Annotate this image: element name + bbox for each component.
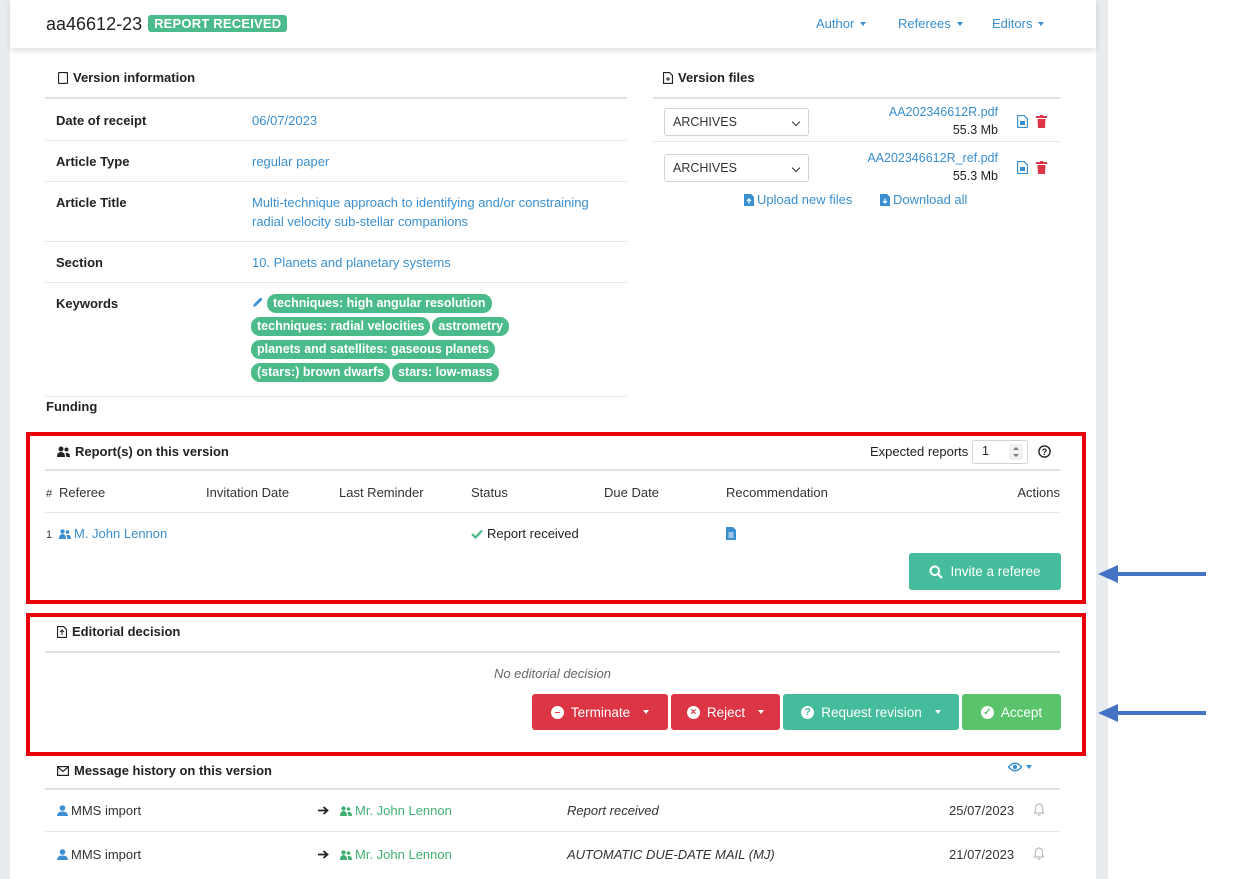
file-size: 55.3 Mb	[952, 169, 998, 183]
caret-down-icon	[1026, 765, 1032, 769]
trash-icon[interactable]	[1036, 161, 1047, 174]
file-download-icon	[880, 193, 890, 206]
keyword-tag[interactable]: (stars:) brown dwarfs	[251, 363, 391, 382]
messages-title-text: Message history on this version	[74, 763, 272, 778]
title-value-line1: Multi-technique approach to identifying …	[252, 195, 589, 210]
divider	[45, 282, 627, 283]
version-info-title: Version information	[58, 70, 195, 85]
keyword-tag[interactable]: techniques: high angular resolution	[267, 294, 492, 313]
version-files-title: Version files	[663, 70, 755, 85]
user-icon	[57, 849, 68, 860]
message-from: MMS import	[57, 847, 141, 862]
file-size: 55.3 Mb	[952, 123, 998, 137]
section-label: Section	[56, 255, 103, 270]
file-category-value: ARCHIVES	[673, 115, 737, 129]
version-files-title-text: Version files	[678, 70, 755, 85]
messages-title: Message history on this version	[57, 763, 272, 778]
annotation-arrow-icon	[1098, 704, 1206, 722]
keyword-tag[interactable]: planets and satellites: gaseous planets	[251, 340, 496, 359]
tablet-icon	[58, 71, 68, 84]
arrow-right-icon	[318, 850, 329, 859]
status-badge: REPORT RECEIVED	[148, 15, 288, 32]
file-link[interactable]: AA202346612R.pdf	[889, 105, 998, 119]
envelope-icon	[57, 765, 69, 776]
chevron-down-icon	[791, 117, 801, 127]
trash-icon[interactable]	[1036, 115, 1047, 128]
manuscript-id: aa46612-23	[46, 14, 143, 34]
keyword-tag[interactable]: astrometry	[432, 317, 510, 336]
upload-files-label: Upload new files	[757, 192, 853, 207]
eye-icon	[1008, 762, 1022, 772]
manuscript-header: aa46612-23 REPORT RECEIVED	[46, 14, 288, 35]
top-bar: aa46612-23 REPORT RECEIVED Author Referee…	[10, 0, 1096, 48]
title-value: Multi-technique approach to identifying …	[252, 193, 589, 231]
message-to-text: Mr. John Lennon	[355, 847, 452, 862]
bell-icon[interactable]	[1032, 802, 1046, 817]
nav-author-label: Author	[816, 16, 855, 31]
date-label: Date of receipt	[56, 113, 147, 128]
file-category-value: ARCHIVES	[673, 161, 737, 175]
file-icon	[663, 71, 673, 84]
message-subject: AUTOMATIC DUE-DATE MAIL (MJ)	[567, 847, 775, 862]
file-preview-icon[interactable]	[1017, 115, 1028, 128]
caret-down-icon	[1038, 22, 1045, 26]
message-from: MMS import	[57, 803, 141, 818]
nav-referees[interactable]: Referees	[898, 16, 963, 31]
title-value-line2: radial velocity sub-stellar companions	[252, 214, 469, 229]
upload-files-link[interactable]: Upload new files	[744, 192, 852, 207]
nav-author[interactable]: Author	[816, 16, 867, 31]
type-label: Article Type	[56, 154, 130, 169]
download-all-label: Download all	[893, 192, 968, 207]
keyword-tag[interactable]: stars: low-mass	[392, 363, 499, 382]
title-label: Article Title	[56, 195, 127, 210]
file-category-select[interactable]: ARCHIVES	[664, 154, 809, 182]
nav-referees-label: Referees	[898, 16, 951, 31]
date-value: 06/07/2023	[252, 113, 318, 128]
file-preview-icon[interactable]	[1017, 161, 1028, 174]
message-to[interactable]: Mr. John Lennon	[340, 847, 452, 862]
user-icon	[57, 805, 68, 816]
keyword-tag[interactable]: techniques: radial velocities	[251, 317, 431, 336]
section-value: 10. Planets and planetary systems	[252, 255, 451, 270]
divider	[45, 181, 627, 182]
users-icon	[340, 849, 352, 860]
file-link[interactable]: AA202346612R_ref.pdf	[867, 151, 998, 165]
message-from-text: MMS import	[71, 847, 142, 862]
divider	[45, 97, 627, 99]
caret-down-icon	[860, 22, 867, 26]
highlight-box-editorial	[26, 613, 1086, 756]
divider	[45, 788, 1060, 790]
version-info-title-text: Version information	[73, 70, 196, 85]
message-subject: Report received	[567, 803, 659, 818]
arrow-right-icon	[318, 806, 329, 815]
type-value: regular paper	[252, 154, 330, 169]
divider	[45, 241, 627, 242]
visibility-dropdown[interactable]	[1008, 762, 1032, 772]
annotation-arrow-icon	[1098, 565, 1206, 583]
message-date: 21/07/2023	[949, 847, 1015, 862]
message-to-text: Mr. John Lennon	[355, 803, 452, 818]
divider	[45, 831, 1060, 832]
keywords-label: Keywords	[56, 296, 119, 311]
keywords-list: techniques: high angular resolution tech…	[251, 294, 551, 386]
divider	[653, 97, 1060, 99]
nav-editors[interactable]: Editors	[992, 16, 1045, 31]
chevron-down-icon	[791, 163, 801, 173]
caret-down-icon	[956, 22, 963, 26]
file-category-select[interactable]: ARCHIVES	[664, 108, 809, 136]
message-to[interactable]: Mr. John Lennon	[340, 803, 452, 818]
highlight-box-reports	[26, 432, 1086, 604]
divider	[653, 141, 1060, 142]
message-from-text: MMS import	[71, 803, 142, 818]
nav-editors-label: Editors	[992, 16, 1033, 31]
pencil-icon[interactable]	[251, 296, 265, 308]
divider	[45, 140, 627, 141]
users-icon	[340, 805, 352, 816]
funding-label: Funding	[46, 399, 98, 414]
divider	[45, 396, 627, 397]
download-all-link[interactable]: Download all	[880, 192, 967, 207]
bell-icon[interactable]	[1032, 846, 1046, 861]
file-upload-icon	[744, 193, 754, 206]
message-date: 25/07/2023	[949, 803, 1015, 818]
